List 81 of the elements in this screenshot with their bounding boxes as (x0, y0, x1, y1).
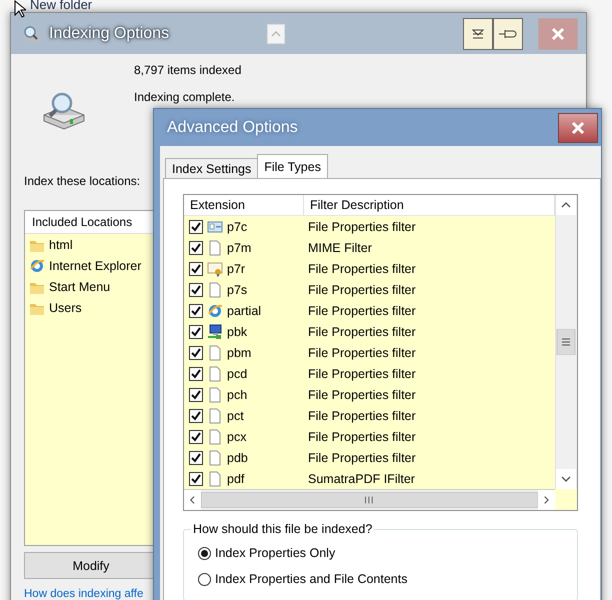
table-cell-text: File Properties filter (307, 302, 417, 320)
extension-cell: pdf (227, 472, 244, 486)
extension-cell: pbk (227, 324, 248, 338)
file-icon (207, 470, 223, 486)
table-cell-text: SumatraPDF IFilter (307, 470, 416, 488)
radio-button[interactable] (198, 546, 211, 560)
radio-label[interactable]: Index Properties Only (215, 546, 336, 560)
extension-cell: pbm (227, 346, 252, 360)
tab[interactable]: Index Settings (165, 158, 258, 178)
checkbox[interactable] (189, 324, 203, 338)
file-icon (207, 386, 223, 402)
radio-button[interactable] (198, 572, 211, 586)
scroll-left-icon[interactable] (184, 490, 201, 510)
extension-cell: partial (227, 304, 262, 318)
checkbox[interactable] (189, 262, 203, 276)
table-cell-text: File Properties filter (307, 344, 417, 362)
drive-search-icon (21, 24, 43, 42)
checkbox[interactable] (189, 388, 203, 402)
checkbox[interactable] (189, 346, 203, 360)
table-cell-text: File Properties filter (307, 450, 417, 467)
file-icon (207, 450, 223, 466)
items-count: 8,797 items indexed (134, 63, 242, 79)
checkbox[interactable] (189, 366, 203, 380)
extension-cell: p7c (227, 220, 248, 234)
column-header[interactable]: Extension (184, 195, 304, 216)
help-link[interactable]: How does indexing affe (24, 588, 144, 600)
browser-icon (207, 302, 223, 318)
file-icon (207, 366, 223, 382)
radio-label[interactable]: Index Properties and File Contents (215, 572, 408, 586)
table-cell-text: File Properties filter (307, 218, 417, 236)
browser-icon (29, 258, 45, 274)
network-computer-icon (207, 324, 223, 340)
close-button[interactable] (558, 112, 598, 142)
extension-cell: p7m (227, 240, 252, 254)
certificate-icon (207, 260, 223, 276)
table-cell-text: File Properties filter (307, 324, 417, 341)
pin-icon[interactable] (493, 18, 524, 50)
file-icon (207, 344, 223, 360)
table-cell-text: File Properties filter (307, 428, 417, 446)
extension-cell: p7r (227, 262, 246, 276)
chevron-up-icon (267, 24, 286, 44)
expand-icon[interactable] (463, 18, 494, 50)
column-header[interactable]: Filter Description (304, 195, 555, 216)
checkbox[interactable] (189, 430, 203, 444)
table-cell-text: File Properties filter (307, 282, 417, 299)
extension-cell: pcd (227, 366, 248, 380)
table-cell-text: File Properties filter (307, 366, 417, 383)
close-icon (551, 26, 565, 40)
extension-cell: p7s (227, 282, 248, 296)
file-icon (207, 408, 223, 424)
table-cell-text: File Properties filter (307, 408, 417, 425)
table-cell-text: MIME Filter (307, 240, 373, 256)
file-icon (207, 428, 223, 444)
scroll-right-icon[interactable] (538, 490, 555, 510)
table-cell-text: File Properties filter (307, 386, 417, 404)
checkbox[interactable] (189, 240, 203, 254)
checkbox[interactable] (189, 408, 203, 422)
group-title: How should this file be indexed? (191, 522, 374, 536)
extension-cell: pch (227, 388, 248, 402)
checkbox[interactable] (189, 220, 203, 234)
extension-cell: pdb (227, 450, 248, 464)
extension-cell: pct (227, 408, 244, 422)
scroll-up-icon[interactable] (556, 195, 576, 215)
vertical-scrollbar[interactable] (555, 195, 577, 489)
checkbox[interactable] (189, 472, 203, 486)
checkbox[interactable] (189, 450, 203, 464)
dialog-title: Advanced Options (167, 118, 298, 136)
file-icon (207, 240, 223, 256)
table-cell-text: File Properties filter (307, 260, 417, 278)
scroll-down-icon[interactable] (556, 469, 576, 489)
window-title: Indexing Options (49, 24, 170, 42)
locations-label: Index these locations: (24, 174, 140, 188)
extension-cell: pcx (227, 430, 246, 444)
close-icon (571, 120, 585, 134)
file-icon (207, 282, 223, 298)
status-text: Indexing complete. (134, 90, 236, 104)
checkbox[interactable] (189, 282, 203, 296)
tab[interactable]: File Types (257, 154, 328, 178)
checkbox[interactable] (189, 304, 203, 318)
scroll-thumb-icon[interactable] (556, 329, 576, 355)
card-icon (207, 218, 223, 234)
